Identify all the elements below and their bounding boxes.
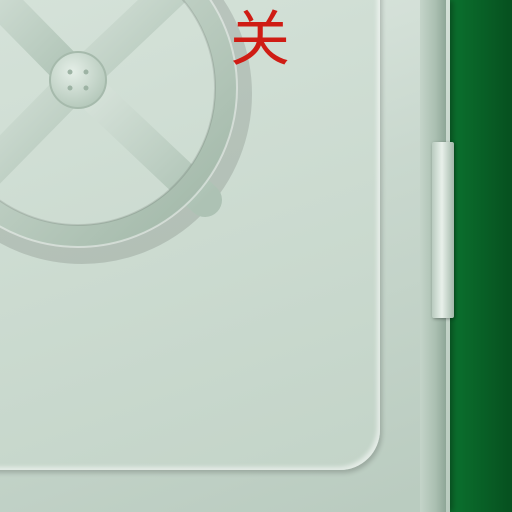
- wheel-spokes: [0, 0, 222, 217]
- status-label: 关: [230, 5, 290, 75]
- vault-scene: 关: [0, 0, 512, 512]
- wheel-hub: [49, 51, 107, 109]
